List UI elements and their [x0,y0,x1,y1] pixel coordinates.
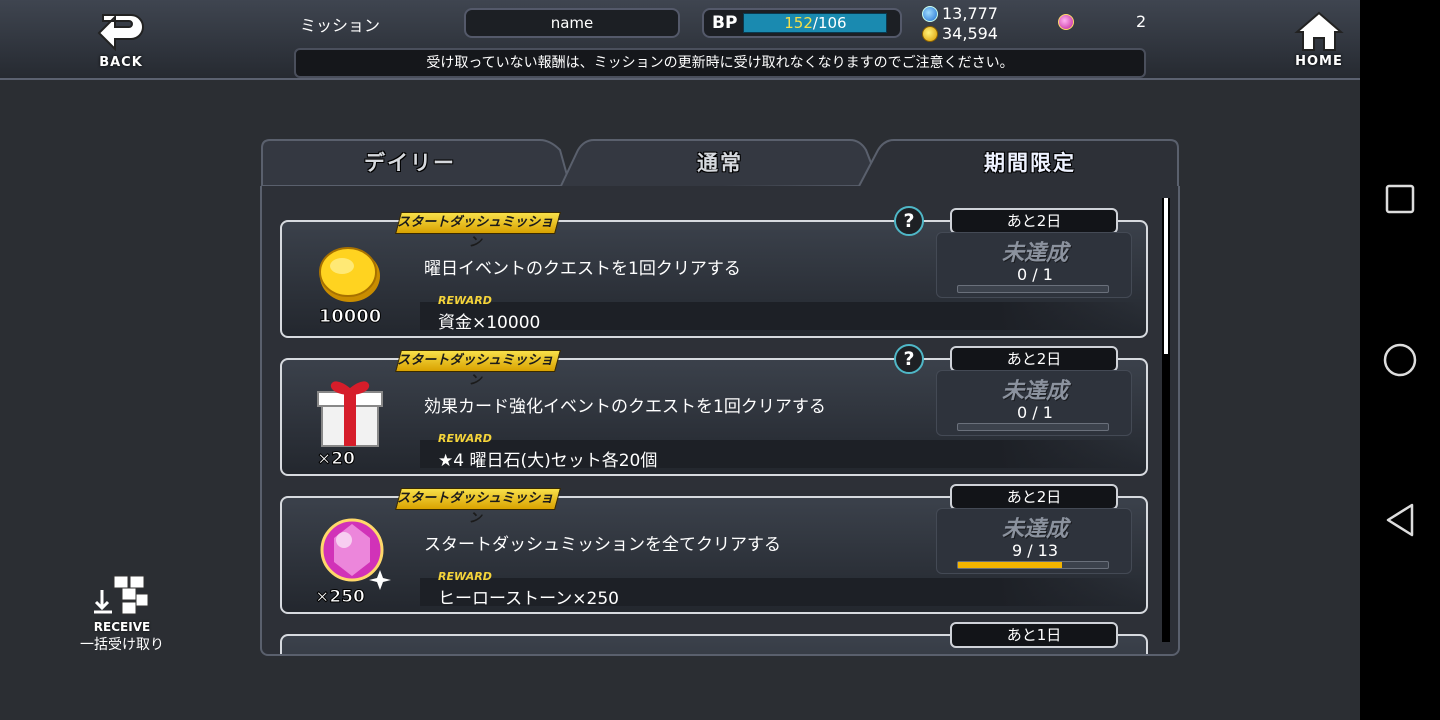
currency-blue-value: 13,777 [942,4,998,23]
reward-count: 10000 [319,306,382,327]
back-button[interactable]: BACK [81,8,161,70]
status-text: 未達成 [1001,379,1068,404]
triangle-back-icon [1386,503,1414,537]
status-box: 未達成 9 / 13 [936,508,1132,574]
status-box: 未達成 0 / 1 [936,232,1132,298]
mission-list[interactable]: スタートダッシュミッション 10000 曜日イベントのクエストを1回クリアする … [260,186,1180,656]
progress-fill [958,562,1062,568]
currency-blue: 13,777 [922,4,998,23]
scroll-thumb[interactable] [1164,198,1168,354]
android-nav-bar [1360,0,1440,720]
progress-bar [957,561,1109,569]
reward-label: REWARD [438,432,492,445]
receive-label: RECEIVE [93,620,151,634]
back-nav-button[interactable] [1380,500,1420,540]
back-label: BACK [99,54,143,70]
help-button[interactable]: ? [894,344,924,374]
square-icon [1385,184,1415,214]
tab-limited[interactable]: 期間限定 [920,138,1140,188]
bp-max: /106 [812,14,847,32]
status-box: 未達成 0 / 1 [936,370,1132,436]
receive-boxes-icon [94,575,149,615]
receive-all-button[interactable]: RECEIVE 一括受け取り [80,574,164,654]
time-left-badge: あと2日 [950,346,1118,372]
currency-gold-value: 34,594 [942,24,998,43]
reward-text: ヒーローストーン×250 [438,589,619,609]
gift-box-icon: ×20 [317,381,383,470]
reward-count: ×250 [315,587,365,606]
progress-text: 0 / 1 [1017,265,1053,284]
tab-daily[interactable]: デイリー [300,138,520,188]
gold-coin-icon [922,25,938,42]
page-title: ミッション [299,16,380,35]
reward-label: REWARD [438,294,492,307]
tab-normal[interactable]: 通常 [610,138,830,188]
mission-card[interactable]: スタートダッシュミッション 10000 曜日イベントのクエストを1回クリアする … [280,206,1148,338]
time-left-badge: あと2日 [950,484,1118,510]
mission-description: スタートダッシュミッションを全てクリアする [424,535,781,555]
recent-apps-button[interactable] [1380,180,1420,220]
blue-token-icon [922,5,938,22]
progress-bar [957,423,1109,431]
mission-tag: スタートダッシュミッション [395,212,561,250]
help-button[interactable]: ? [894,206,924,236]
time-left-badge: あと2日 [950,208,1118,234]
mission-tag: スタートダッシュミッション [395,488,561,526]
home-nav-button[interactable] [1380,340,1420,380]
gem-count: 2 [1136,12,1147,31]
bp-meter: BP 152/106 [702,8,902,38]
mission-description: 曜日イベントのクエストを1回クリアする [424,259,741,279]
home-button[interactable]: HOME [1279,8,1359,70]
mission-card[interactable]: あと1日 [280,622,1148,654]
bp-current: 152 [784,14,813,32]
home-label: HOME [1295,53,1343,69]
reward-text: ★4 曜日石(大)セット各20個 [438,451,658,471]
back-arrow-icon [97,13,144,51]
progress-text: 9 / 13 [1011,541,1059,560]
player-name: name [464,8,680,38]
gem-icon [1058,13,1074,30]
status-text: 未達成 [1001,241,1068,266]
reward-icon-box: ×250 [288,510,410,608]
progress-text: 0 / 1 [1017,403,1053,422]
receive-sub-label: 一括受け取り [80,637,164,653]
mission-panel: デイリー 通常 期間限定 スタートダッシュミッション 10000 曜日イベントの… [260,138,1180,656]
progress-bar [957,285,1109,293]
gem-counter: 2 [1058,12,1146,31]
bp-label: BP [712,13,738,33]
bp-bar: 152/106 [743,13,888,33]
top-bar: BACK ミッション name BP 152/106 13,777 34,594… [0,0,1360,80]
reward-count: ×20 [317,449,355,468]
mission-tag: スタートダッシュミッション [395,350,561,388]
scrollbar[interactable] [1162,198,1170,642]
mission-card[interactable]: スタートダッシュミッション ×20 効果カード強化イベントのクエストを1回クリア… [280,344,1148,476]
status-text: 未達成 [1001,517,1068,542]
hero-stone-icon: ×250 [315,518,391,608]
reward-icon-box: 10000 [288,234,410,330]
time-left-badge: あと1日 [950,622,1118,648]
gold-coin-icon: 10000 [318,247,382,328]
reward-label: REWARD [438,570,492,583]
mission-description: 効果カード強化イベントのクエストを1回クリアする [424,397,826,417]
reward-icon-box: ×20 [288,372,410,470]
reward-text: 資金×10000 [438,313,541,333]
mission-card[interactable]: スタートダッシュミッション ×250 スタートダッシュミッションを全てクリアする… [280,484,1148,614]
circle-icon [1383,343,1417,377]
home-icon [1294,11,1344,51]
notice-banner: 受け取っていない報酬は、ミッションの更新時に受け取れなくなりますのでご注意くださ… [294,48,1146,78]
currency-gold: 34,594 [922,24,998,43]
